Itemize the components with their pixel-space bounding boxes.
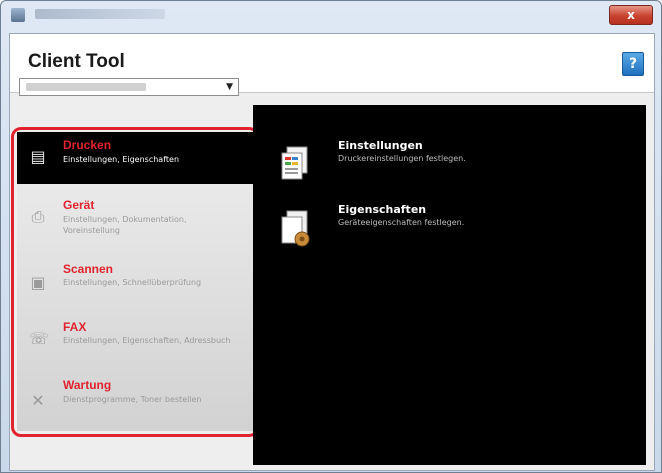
device-select[interactable]: ▼ <box>19 78 239 96</box>
tile-title: Eigenschaften <box>338 203 427 216</box>
help-icon: ? <box>628 56 638 72</box>
client-tool-window: x Client Tool ? ▼ ▤ Drucken Einstellunge… <box>0 0 662 473</box>
close-icon: x <box>627 8 635 22</box>
help-button[interactable]: ? <box>622 52 644 76</box>
title-bar[interactable]: x <box>1 1 661 31</box>
window-title-blurred <box>35 9 165 19</box>
tile-desc: Geräteeigenschaften festlegen. <box>338 218 465 227</box>
device-select-value <box>26 83 146 91</box>
print-settings-icon <box>281 146 308 180</box>
chevron-down-icon[interactable]: ▼ <box>226 82 233 92</box>
tile-eigenschaften[interactable]: Eigenschaften Geräteeigenschaften festle… <box>277 201 637 251</box>
page-title: Client Tool <box>28 51 125 72</box>
tile-title: Einstellungen <box>338 139 423 152</box>
tile-desc: Druckereinstellungen festlegen. <box>338 154 466 163</box>
close-button[interactable]: x <box>609 5 653 25</box>
highlight-frame <box>11 127 259 437</box>
main-panel: Einstellungen Druckereinstellungen festl… <box>253 105 646 465</box>
properties-icon <box>281 210 310 247</box>
tile-einstellungen[interactable]: Einstellungen Druckereinstellungen festl… <box>277 137 637 187</box>
app-icon <box>11 8 25 22</box>
